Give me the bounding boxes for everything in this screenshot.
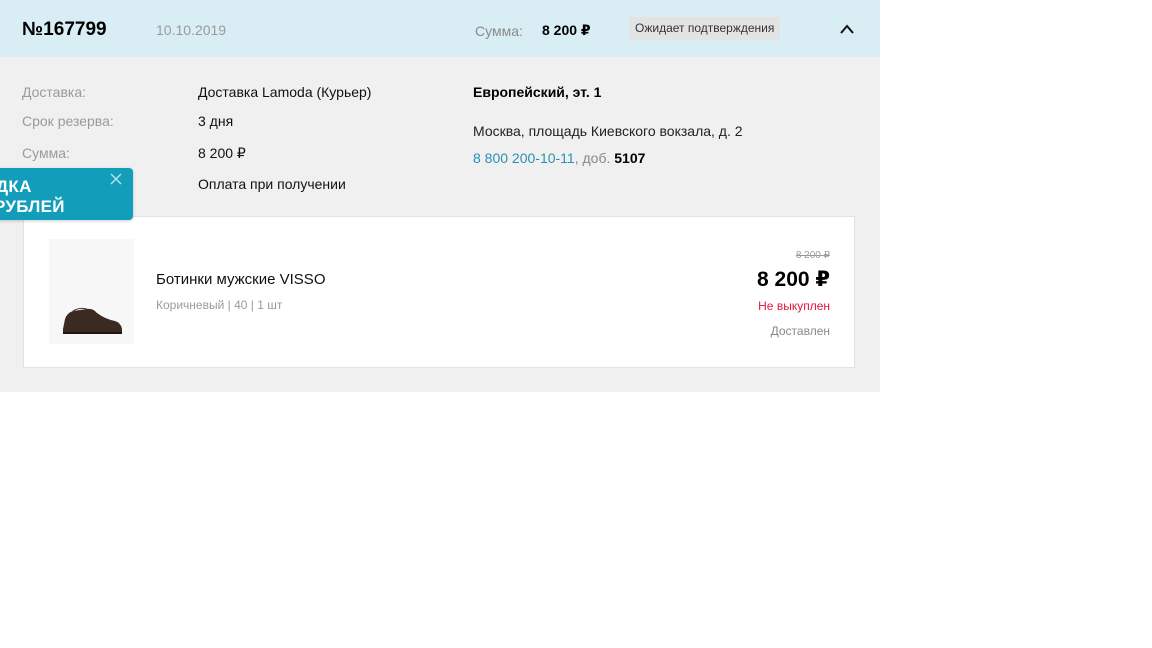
order-date: 10.10.2019 — [156, 22, 227, 38]
promo-line-2: РУБЛЕЙ — [0, 197, 65, 216]
store-name: Европейский, эт. 1 — [473, 84, 602, 100]
item-qty: 1 шт — [257, 298, 283, 312]
promo-line-1: ДКА — [0, 177, 32, 196]
item-price: 8 200 ₽ — [757, 268, 830, 291]
promo-close-button[interactable] — [110, 172, 122, 185]
chevron-up-icon — [840, 24, 854, 34]
sum-value: 8 200 ₽ — [542, 22, 591, 38]
order-header[interactable]: №167799 10.10.2019 Сумма: 8 200 ₽ Ожидае… — [0, 0, 880, 57]
store-ext: 5107 — [614, 150, 646, 166]
sum-label: Сумма: — [475, 23, 523, 39]
item-status-not-redeemed: Не выкуплен — [758, 299, 830, 313]
collapse-button[interactable] — [837, 20, 857, 38]
reserve-value: 3 дня — [198, 113, 234, 129]
item-status-delivered: Доставлен — [770, 324, 830, 338]
delivery-label: Доставка: — [22, 84, 87, 100]
store-ext-prefix: , доб. — [574, 150, 611, 166]
delivery-value: Доставка Lamoda (Курьер) — [198, 84, 372, 100]
total-value: 8 200 ₽ — [198, 145, 246, 161]
item-image[interactable] — [49, 239, 134, 344]
order-item-card[interactable]: Ботинки мужские VISSO Коричневый | 40 | … — [23, 216, 855, 368]
store-phone-link[interactable]: 8 800 200-10-11 — [473, 150, 575, 166]
status-badge: Ожидает подтверждения — [629, 17, 781, 40]
item-attributes: Коричневый | 40 | 1 шт — [156, 298, 283, 312]
item-name[interactable]: Ботинки мужские VISSO — [156, 271, 325, 288]
item-old-price: 8 200 ₽ — [795, 250, 830, 261]
promo-banner[interactable]: ДКА РУБЛЕЙ — [0, 168, 133, 220]
item-color: Коричневый — [156, 298, 225, 312]
item-size: 40 — [234, 298, 248, 312]
total-label: Сумма: — [22, 145, 70, 161]
order-number: №167799 — [22, 19, 107, 40]
payment-method: Оплата при получении — [198, 176, 346, 192]
store-phone-row: 8 800 200-10-11, доб. 5107 — [473, 150, 645, 166]
reserve-label: Срок резерва: — [22, 113, 114, 129]
store-address: Москва, площадь Киевского вокзала, д. 2 — [473, 123, 743, 139]
brown-boot-icon — [63, 307, 122, 334]
close-icon — [110, 173, 122, 185]
